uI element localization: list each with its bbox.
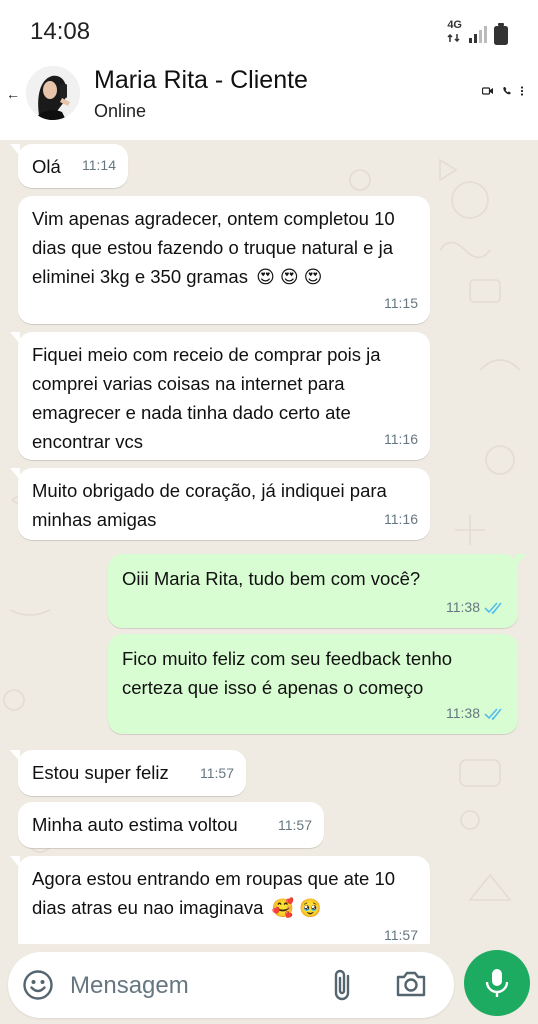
message-timestamp: 11:38 [446,705,480,721]
battery-icon [494,23,508,45]
message-timestamp: 11:14 [82,157,116,173]
message-text: Fico muito feliz com seu feedback tenho … [122,648,453,698]
header-actions [482,86,524,96]
message-text: Muito obrigado de coração, já indiquei p… [32,480,387,530]
incoming-message[interactable]: Minha auto estima voltou 11:57 [18,802,324,848]
message-timestamp: 11:15 [384,295,418,311]
paperclip-icon[interactable] [326,966,360,1004]
camera-icon[interactable] [394,968,428,1000]
message-timestamp: 11:57 [200,765,234,781]
incoming-message[interactable]: Olá 11:14 [10,144,128,188]
bubble-tail [516,554,526,566]
message-text: Oiii Maria Rita, tudo bem com você? [122,568,421,589]
avatar[interactable] [26,66,80,120]
message-timestamp: 11:16 [384,431,418,447]
message-text: Minha auto estima voltou [32,814,238,835]
outgoing-message[interactable]: Oiii Maria Rita, tudo bem com você? 11:3… [108,554,526,628]
status-icons: 4G [447,20,508,48]
read-receipt-icon [484,601,502,614]
mic-button[interactable] [464,950,530,1016]
more-options-icon[interactable] [520,86,524,96]
status-time: 14:08 [30,18,91,45]
message-text: Estou super feliz [32,762,169,783]
message-text: Agora estou entrando em roupas que ate 1… [32,868,396,918]
message-time: 11:57 [200,759,234,788]
avatar-photo [26,66,80,120]
message-text: Fiquei meio com receio de comprar pois j… [32,344,381,452]
incoming-message[interactable]: Estou super feliz 11:57 [10,750,246,796]
message-text: Olá [32,156,61,177]
incoming-message[interactable]: Agora estou entrando em roupas que ate 1… [10,856,430,944]
network-type: 4G [447,19,462,31]
emoji-icon[interactable] [22,969,54,1001]
data-arrows-icon [447,33,460,43]
bubble-tail [10,144,20,156]
message-timestamp: 11:57 [278,817,312,833]
contact-status: Online [94,101,147,121]
message-emoji: 🥰 🥹 [271,898,322,918]
bubble-tail [10,468,20,480]
status-bar: 14:08 4G [0,0,538,60]
message-timestamp: 11:57 [384,927,418,943]
incoming-message[interactable]: Fiquei meio com receio de comprar pois j… [10,332,430,460]
arrow-left-icon[interactable]: ← [6,86,20,102]
microphone-icon [485,969,509,997]
message-time: 11:38 [446,593,506,622]
message-emoji: 😍 😍 😍 [256,267,323,287]
message-time: 11:14 [82,151,116,180]
chat-header: ← Maria Rita - Cliente Online [0,60,538,140]
read-receipt-icon [484,707,502,720]
message-time: 11:16 [384,505,418,534]
outgoing-message[interactable]: Fico muito feliz com seu feedback tenho … [108,634,518,734]
contact-name[interactable]: Maria Rita - Cliente [94,66,308,95]
network-indicator: 4G [447,20,462,48]
message-time: 11:38 [446,699,506,728]
message-timestamp: 11:38 [446,599,480,615]
video-call-icon[interactable] [482,86,494,96]
chat-area[interactable]: Olá 11:14 Vim apenas agradecer, ontem co… [0,140,538,944]
signal-icon [469,26,487,43]
bubble-tail [10,332,20,344]
message-time: 11:16 [384,425,418,454]
incoming-message[interactable]: Muito obrigado de coração, já indiquei p… [10,468,430,540]
message-text: Vim apenas agradecer, ontem completou 10… [32,208,395,287]
message-time: 11:57 [384,921,418,944]
bubble-tail [10,856,20,868]
incoming-message[interactable]: Vim apenas agradecer, ontem completou 10… [18,196,430,324]
message-input[interactable] [70,972,300,1000]
message-time: 11:57 [278,811,312,840]
phone-icon[interactable] [502,86,512,96]
message-timestamp: 11:16 [384,511,418,527]
message-time: 11:15 [384,289,418,318]
bubble-tail [10,750,20,762]
message-composer [8,952,454,1018]
